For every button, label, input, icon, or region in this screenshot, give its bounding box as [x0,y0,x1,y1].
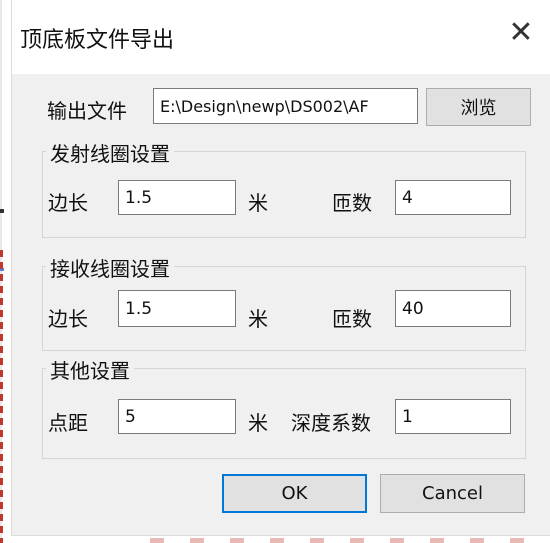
output-file-label: 输出文件 [47,99,127,123]
transmit-side-length-field[interactable] [118,180,236,215]
export-dialog: 顶底板文件导出 ✕ 输出文件 浏览 发射线圈设置 边长 米 匝数 接收线圈设置 … [12,0,550,535]
ok-button[interactable]: OK [222,474,367,513]
receive-turns-label: 匝数 [332,307,372,331]
background-dashed-line [0,250,3,543]
depth-coefficient-label: 深度系数 [291,411,371,435]
receive-turns-field[interactable] [395,290,511,327]
transmit-turns-label: 匝数 [332,191,372,215]
background-marker [0,209,4,213]
transmit-side-label: 边长 [48,191,88,215]
close-icon[interactable]: ✕ [506,18,536,48]
receive-coil-legend: 接收线圈设置 [46,253,174,282]
depth-coefficient-field[interactable] [395,399,511,434]
receive-side-label: 边长 [48,307,88,331]
dialog-body: 输出文件 浏览 发射线圈设置 边长 米 匝数 接收线圈设置 边长 米 匝数 其他… [12,74,550,535]
browse-button[interactable]: 浏览 [426,88,531,126]
receive-side-length-field[interactable] [118,290,236,327]
background-dashed-line-bottom [150,538,530,543]
dialog-title: 顶底板文件导出 [20,28,175,53]
title-bar[interactable]: 顶底板文件导出 ✕ [12,0,550,74]
other-settings-legend: 其他设置 [46,355,134,384]
transmit-coil-legend: 发射线圈设置 [46,138,174,167]
cancel-button[interactable]: Cancel [380,474,525,513]
output-file-path-field[interactable] [153,88,418,124]
transmit-turns-field[interactable] [395,180,511,215]
transmit-side-unit: 米 [248,191,268,215]
receive-side-unit: 米 [248,307,268,331]
point-spacing-field[interactable] [118,399,236,434]
point-spacing-label: 点距 [48,411,88,435]
point-spacing-unit: 米 [248,411,268,435]
